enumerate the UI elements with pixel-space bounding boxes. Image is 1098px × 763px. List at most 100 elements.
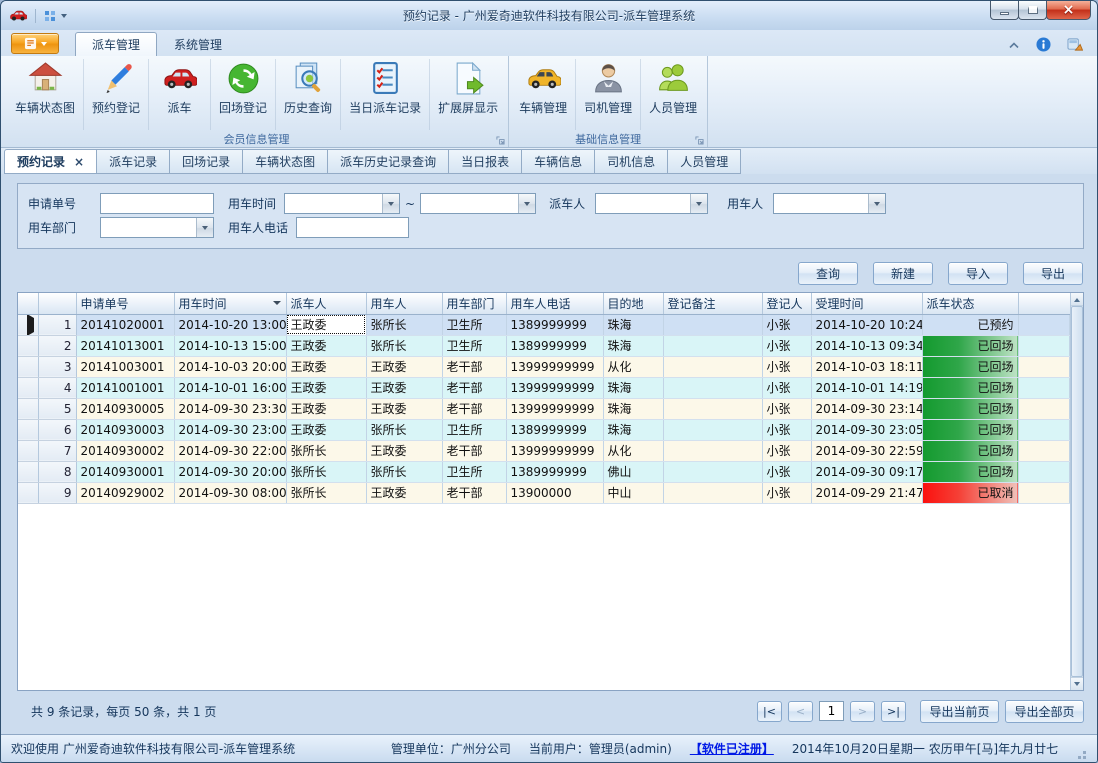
license-registered-link[interactable]: 【软件已注册】 xyxy=(690,740,774,757)
cell-destination[interactable]: 佛山 xyxy=(603,461,663,482)
cell-use-time[interactable]: 2014-09-30 22:00 xyxy=(174,440,286,461)
cell-user[interactable]: 张所长 xyxy=(366,335,442,356)
cell-destination[interactable]: 中山 xyxy=(603,482,663,503)
table-row[interactable]: 8201409300012014-09-30 20:00张所长张所长卫生所138… xyxy=(18,461,1070,482)
cell-department[interactable]: 卫生所 xyxy=(442,461,506,482)
cell-use-time[interactable]: 2014-09-30 20:00 xyxy=(174,461,286,482)
cell-use-time[interactable]: 2014-09-30 08:00 xyxy=(174,482,286,503)
cell-destination[interactable]: 珠海 xyxy=(603,377,663,398)
chevron-down-icon[interactable] xyxy=(868,194,885,213)
cell-register-remark[interactable] xyxy=(663,461,762,482)
ribbon-tab-dispatch-management[interactable]: 派车管理 xyxy=(75,32,157,56)
row-number-cell[interactable]: 9 xyxy=(38,482,76,503)
doc-tab-vehicle-info[interactable]: 车辆信息 xyxy=(522,149,595,174)
cell-dispatcher[interactable]: 王政委 xyxy=(286,419,366,440)
cell-registrar[interactable]: 小张 xyxy=(762,314,811,335)
cell-destination[interactable]: 从化 xyxy=(603,356,663,377)
cell-dispatcher[interactable]: 王政委 xyxy=(286,377,366,398)
use-time-to-select[interactable] xyxy=(420,193,536,214)
vehicle-status-chart-button[interactable]: 车辆状态图 xyxy=(7,59,84,130)
cell-accept-time[interactable]: 2014-10-03 18:11 xyxy=(811,356,922,377)
search-button[interactable]: 查询 xyxy=(798,262,858,285)
cell-register-remark[interactable] xyxy=(663,419,762,440)
doc-tab-personnel-management[interactable]: 人员管理 xyxy=(668,149,741,174)
cell-request-no[interactable]: 20140930003 xyxy=(76,419,174,440)
table-row[interactable]: 7201409300022014-09-30 22:00张所长王政委老干部139… xyxy=(18,440,1070,461)
ribbon-tab-system-management[interactable]: 系统管理 xyxy=(157,32,239,56)
cell-register-remark[interactable] xyxy=(663,482,762,503)
cell-use-time[interactable]: 2014-10-13 15:00 xyxy=(174,335,286,356)
cell-department[interactable]: 老干部 xyxy=(442,398,506,419)
cell-department[interactable]: 老干部 xyxy=(442,440,506,461)
cell-registrar[interactable]: 小张 xyxy=(762,377,811,398)
row-number-cell[interactable]: 4 xyxy=(38,377,76,398)
column-header-department[interactable]: 用车部门 xyxy=(442,293,506,314)
row-number-cell[interactable]: 7 xyxy=(38,440,76,461)
cell-accept-time[interactable]: 2014-09-30 23:14 xyxy=(811,398,922,419)
cell-register-remark[interactable] xyxy=(663,440,762,461)
cell-register-remark[interactable] xyxy=(663,356,762,377)
table-row[interactable]: 1201410200012014-10-20 13:00王政委张所长卫生所138… xyxy=(18,314,1070,335)
cell-department[interactable]: 老干部 xyxy=(442,356,506,377)
reservation-register-button[interactable]: 预约登记 xyxy=(84,59,149,130)
row-number-cell[interactable]: 1 xyxy=(38,314,76,335)
cell-accept-time[interactable]: 2014-09-30 09:17 xyxy=(811,461,922,482)
row-indicator-cell[interactable] xyxy=(18,335,38,356)
use-time-from-select[interactable] xyxy=(284,193,400,214)
row-indicator-cell[interactable] xyxy=(18,461,38,482)
cell-dispatch-status[interactable]: 已回场 xyxy=(922,335,1018,356)
cell-registrar[interactable]: 小张 xyxy=(762,356,811,377)
cell-destination[interactable]: 从化 xyxy=(603,440,663,461)
doc-tab-dispatch-records[interactable]: 派车记录 xyxy=(97,149,170,174)
cell-dispatcher[interactable]: 王政委 xyxy=(286,314,366,335)
cell-accept-time[interactable]: 2014-09-30 22:59 xyxy=(811,440,922,461)
cell-user-phone[interactable]: 13999999999 xyxy=(506,377,603,398)
chevron-down-icon[interactable] xyxy=(518,194,535,213)
row-indicator-cell[interactable] xyxy=(18,314,38,335)
row-number-cell[interactable]: 2 xyxy=(38,335,76,356)
close-button[interactable]: × xyxy=(1046,1,1091,20)
cell-accept-time[interactable]: 2014-10-20 10:24 xyxy=(811,314,922,335)
cell-registrar[interactable]: 小张 xyxy=(762,482,811,503)
doc-tab-driver-info[interactable]: 司机信息 xyxy=(595,149,668,174)
cell-request-no[interactable]: 20141003001 xyxy=(76,356,174,377)
cell-accept-time[interactable]: 2014-10-01 14:19 xyxy=(811,377,922,398)
cell-user-phone[interactable]: 13900000 xyxy=(506,482,603,503)
cell-use-time[interactable]: 2014-09-30 23:00 xyxy=(174,419,286,440)
cell-user[interactable]: 王政委 xyxy=(366,398,442,419)
user-select[interactable] xyxy=(773,193,886,214)
dispatcher-select[interactable] xyxy=(595,193,708,214)
chevron-down-icon[interactable] xyxy=(382,194,399,213)
vehicle-management-button[interactable]: 车辆管理 xyxy=(511,59,576,130)
column-header-use-time[interactable]: 用车时间 xyxy=(174,293,286,314)
table-row[interactable]: 9201409290022014-09-30 08:00张所长王政委老干部139… xyxy=(18,482,1070,503)
export-button[interactable]: 导出 xyxy=(1023,262,1083,285)
cell-dispatch-status[interactable]: 已回场 xyxy=(922,377,1018,398)
cell-user-phone[interactable]: 1389999999 xyxy=(506,419,603,440)
layout-grid-icon[interactable] xyxy=(44,10,56,22)
cell-user-phone[interactable]: 13999999999 xyxy=(506,440,603,461)
export-all-pages-button[interactable]: 导出全部页 xyxy=(1005,700,1084,723)
cell-register-remark[interactable] xyxy=(663,377,762,398)
chevron-down-icon[interactable] xyxy=(196,218,213,237)
doc-tab-return-records[interactable]: 回场记录 xyxy=(170,149,243,174)
maximize-button[interactable] xyxy=(1018,1,1047,20)
cell-registrar[interactable]: 小张 xyxy=(762,419,811,440)
cell-user[interactable]: 张所长 xyxy=(366,419,442,440)
cell-user[interactable]: 王政委 xyxy=(366,377,442,398)
cell-user[interactable]: 王政委 xyxy=(366,482,442,503)
cell-registrar[interactable]: 小张 xyxy=(762,461,811,482)
cell-user-phone[interactable]: 1389999999 xyxy=(506,461,603,482)
cell-destination[interactable]: 珠海 xyxy=(603,398,663,419)
dialog-launcher-icon[interactable] xyxy=(496,136,505,145)
cell-register-remark[interactable] xyxy=(663,335,762,356)
cell-request-no[interactable]: 20141013001 xyxy=(76,335,174,356)
cell-request-no[interactable]: 20141020001 xyxy=(76,314,174,335)
vertical-scrollbar[interactable] xyxy=(1070,293,1083,690)
extended-screen-display-button[interactable]: 扩展屏显示 xyxy=(430,59,506,130)
cell-dispatcher[interactable]: 张所长 xyxy=(286,440,366,461)
row-number-cell[interactable]: 3 xyxy=(38,356,76,377)
cell-registrar[interactable]: 小张 xyxy=(762,398,811,419)
return-register-button[interactable]: 回场登记 xyxy=(211,59,276,130)
close-tab-icon[interactable]: × xyxy=(74,157,84,167)
